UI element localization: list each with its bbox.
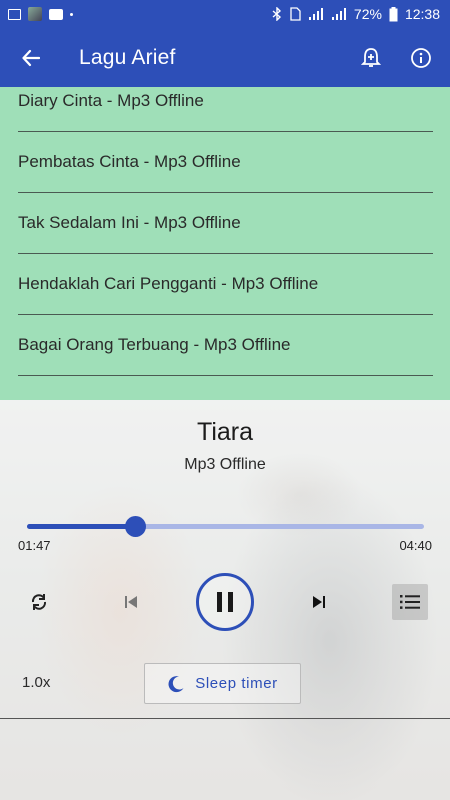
pause-button[interactable] [196,573,254,631]
sleep-timer-label: Sleep timer [195,675,278,692]
now-playing-title: Tiara [196,418,254,446]
chat-notification-icon [49,8,63,20]
pause-icon [217,592,233,612]
bottom-divider [0,718,450,719]
song-list-item[interactable]: Pembatas Cinta - Mp3 Offline [18,132,433,193]
app-bar: Lagu Arief [0,28,450,87]
battery-icon [389,6,398,21]
playlist-icon [400,595,420,609]
song-list: Diary Cinta - Mp3 Offline Pembatas Cinta… [0,87,450,400]
alarm-button[interactable] [346,28,396,87]
song-list-item[interactable]: Diary Cinta - Mp3 Offline [18,87,433,132]
playback-speed-button[interactable]: 1.0x [22,674,50,691]
song-list-item[interactable]: Hendaklah Cari Pengganti - Mp3 Offline [18,254,433,315]
song-list-item[interactable]: Bagai Orang Terbuang - Mp3 Offline [18,315,433,376]
current-time: 01:47 [18,538,51,553]
app-title: Lagu Arief [79,45,176,69]
alarm-add-icon [361,47,381,67]
seek-bar[interactable] [27,516,424,537]
arrow-back-icon [22,49,40,66]
next-button[interactable] [299,582,339,622]
signal-2-icon [331,8,346,20]
battery-percent: 72% [353,6,382,22]
seek-bar-progress [27,524,136,529]
song-item-title: Pembatas Cinta - Mp3 Offline [18,152,241,171]
previous-button[interactable] [111,582,151,622]
clock: 12:38 [404,6,440,22]
sleep-timer-button[interactable]: Sleep timer [144,663,301,704]
song-item-title: Hendaklah Cari Pengganti - Mp3 Offline [18,274,319,293]
queue-button[interactable] [392,584,428,620]
back-button[interactable] [0,28,62,87]
status-bar: 72% 12:38 [0,0,450,28]
app-notification-icon [28,7,42,21]
status-bar-right: 72% 12:38 [272,6,440,22]
song-item-title: Bagai Orang Terbuang - Mp3 Offline [18,335,291,354]
info-icon [411,47,431,68]
skip-previous-icon [125,596,137,608]
song-list-item[interactable]: Tak Sedalam Ini - Mp3 Offline [18,193,433,254]
player-panel: Tiara Mp3 Offline 01:47 04:40 1.0x Sleep… [0,400,450,800]
moon-icon [168,675,184,692]
song-item-title: Diary Cinta - Mp3 Offline [18,91,204,110]
signal-1-icon [308,8,323,20]
song-item-title: Tak Sedalam Ini - Mp3 Offline [18,213,241,232]
more-notifications-icon [70,12,73,16]
sim-icon [290,7,301,21]
status-bar-left [8,7,73,21]
info-button[interactable] [396,28,446,87]
image-notification-icon [8,8,21,20]
repeat-button[interactable] [19,582,59,622]
bluetooth-icon [272,7,281,21]
repeat-icon [31,594,47,610]
now-playing-subtitle: Mp3 Offline [184,456,266,473]
skip-next-icon [313,596,325,608]
total-time: 04:40 [399,538,432,553]
